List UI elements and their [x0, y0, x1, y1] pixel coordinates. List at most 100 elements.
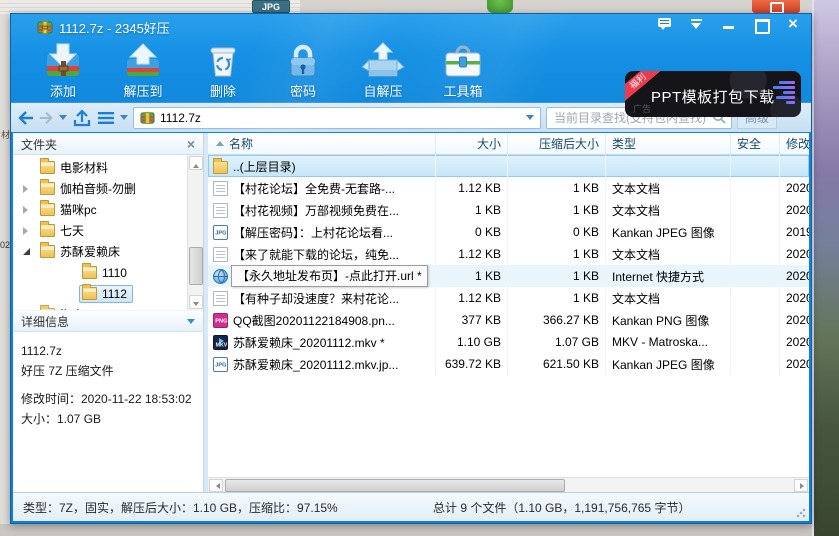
table-row[interactable]: 【村花视频】万部视频免费在... 1 KB 1 KB 文本文档 2020- — [208, 199, 809, 221]
file-type-icon — [213, 357, 228, 372]
desktop-jpg-file-badge: JPG — [252, 0, 290, 13]
folder-icon — [82, 287, 97, 300]
file-packed-size: 0 KB — [508, 221, 606, 243]
tree-item[interactable]: 淘宝 — [13, 304, 187, 310]
file-packed-size: 366.27 KB — [508, 309, 606, 331]
tree-expand-icon[interactable] — [23, 227, 37, 235]
details-panel: 1112.7z 好压 7Z 压缩文件 修改时间：2020-11-22 18:53… — [13, 332, 203, 492]
table-row[interactable]: 【来了就能下载的论坛，纯免... 1.12 KB 1 KB 文本文档 2020- — [208, 243, 809, 265]
view-mode-dropdown-icon[interactable] — [120, 107, 128, 129]
address-input[interactable]: 1112.7z — [133, 107, 541, 129]
tree-expand-icon[interactable] — [23, 248, 37, 255]
close-button[interactable]: × — [785, 17, 801, 31]
table-row[interactable]: 【永久地址发布页】-点此打开.url * 1 KB 1 KB Internet … — [208, 265, 809, 287]
resize-grip[interactable] — [796, 508, 806, 518]
file-modified: 2019- — [780, 221, 809, 243]
tree-item[interactable]: 1110 — [13, 262, 187, 283]
tree-item[interactable]: 1112 — [13, 283, 187, 304]
hscroll-thumb[interactable] — [225, 479, 565, 492]
file-rows: ..(上层目录) 【村花论坛】全免费-无套路-... 1.12 KB 1 KB … — [208, 155, 809, 477]
ad-banner[interactable]: 福利 PPT模板打包下载 广告 — [625, 71, 801, 117]
tree-item[interactable]: 电影材料 — [13, 157, 187, 178]
folder-up-icon[interactable] — [72, 107, 92, 129]
table-row[interactable]: QQ截图20201122184908.pn... 377 KB 366.27 K… — [208, 309, 809, 331]
extract-to-button[interactable]: 解压到 — [103, 40, 183, 100]
self-extract-button[interactable]: 自解压 — [343, 40, 423, 100]
scroll-right-icon[interactable] — [794, 479, 808, 492]
menu-dropdown-icon[interactable] — [689, 17, 705, 31]
title-bar[interactable]: 1112.7z - 2345好压 × — [11, 14, 811, 40]
address-dropdown-icon[interactable] — [526, 115, 534, 124]
file-modified — [780, 155, 809, 177]
file-name: 苏酥爱赖床_20201112.mkv.jp... — [233, 356, 398, 373]
horizontal-scrollbar[interactable] — [208, 477, 809, 492]
sort-ascending-icon — [216, 137, 224, 146]
file-packed-size: 1 KB — [508, 243, 606, 265]
tree-item[interactable]: 猫咪pc — [13, 199, 187, 220]
file-type: Internet 快捷方式 — [606, 265, 731, 287]
tree-item-label: 1110 — [102, 266, 127, 280]
background-bottom-strip — [0, 524, 812, 536]
table-row[interactable]: 【解压密码】：上村花论坛看... 0 KB 0 KB Kankan JPEG 图… — [208, 221, 809, 243]
column-header-modified[interactable]: 修改时间 — [780, 133, 809, 154]
archive-info-status: 类型：7Z，固实，解压后大小：1.10 GB，压缩比：97.15% — [23, 499, 433, 516]
back-icon[interactable] — [17, 107, 34, 129]
list-header: 名称 大小 压缩后大小 类型 安全 修改时间 — [208, 133, 809, 155]
file-modified: 2020- — [780, 287, 809, 309]
tree-item[interactable]: 苏酥爱赖床 — [13, 241, 187, 262]
address-path: 1112.7z — [160, 111, 521, 125]
column-header-packed-size[interactable]: 压缩后大小 — [508, 133, 606, 154]
window-controls: × — [657, 17, 801, 31]
add-button[interactable]: 添加 — [23, 40, 103, 100]
column-header-type[interactable]: 类型 — [606, 133, 731, 154]
tree-item[interactable]: 伽柏音频-勿删 — [13, 178, 187, 199]
column-header-name[interactable]: 名称 — [208, 133, 436, 154]
file-type: Kankan PNG 图像 — [606, 309, 731, 331]
tree-item[interactable]: 七天 — [13, 220, 187, 241]
details-file-type: 好压 7Z 压缩文件 — [21, 361, 195, 381]
collapse-panel-icon[interactable] — [187, 319, 195, 328]
table-row[interactable]: 【村花论坛】全免费-无套路-... 1.12 KB 1 KB 文本文档 2020… — [208, 177, 809, 199]
minimize-button[interactable] — [721, 17, 737, 31]
toolbox-icon — [441, 42, 485, 80]
haozip-window: 1112.7z - 2345好压 × 添加 — [10, 13, 812, 524]
column-header-size[interactable]: 大小 — [436, 133, 508, 154]
tool-label: 自解压 — [363, 81, 402, 100]
scroll-left-icon[interactable] — [209, 479, 223, 492]
tool-label: 解压到 — [123, 81, 162, 100]
file-type — [606, 155, 731, 177]
history-dropdown-icon[interactable] — [59, 107, 67, 129]
feedback-icon[interactable] — [657, 17, 673, 31]
file-type-icon — [213, 313, 228, 328]
file-name: 【永久地址发布页】-点此打开.url * — [231, 265, 428, 287]
file-packed-size: 1 KB — [508, 199, 606, 221]
file-modified: 2020- — [780, 199, 809, 221]
background-left-strip — [0, 14, 10, 524]
tree-expand-icon[interactable] — [23, 185, 37, 193]
file-size: 1.12 KB — [436, 287, 508, 309]
scroll-thumb[interactable] — [189, 247, 203, 285]
table-row[interactable]: 苏酥爱赖床_20201112.mkv * 1.10 GB 1.07 GB MKV… — [208, 331, 809, 353]
maximize-button[interactable] — [753, 17, 769, 31]
scroll-down-icon[interactable] — [189, 295, 203, 309]
table-row[interactable]: ..(上层目录) — [208, 155, 809, 177]
tree-scrollbar[interactable] — [187, 155, 203, 310]
forward-icon[interactable] — [39, 107, 54, 129]
delete-button[interactable]: 删除 — [183, 40, 263, 100]
password-button[interactable]: 密码 — [263, 40, 343, 100]
column-header-security[interactable]: 安全 — [731, 133, 780, 154]
close-panel-icon[interactable]: × — [187, 138, 195, 150]
folders-panel-header: 文件夹 × — [13, 133, 203, 155]
ad-banner-text: PPT模板打包下载 — [651, 86, 775, 107]
file-modified: 2020- — [780, 177, 809, 199]
scroll-up-icon[interactable] — [189, 156, 203, 170]
tree-expand-icon[interactable] — [23, 206, 37, 214]
toolbox-button[interactable]: 工具箱 — [423, 40, 503, 100]
file-security — [731, 265, 780, 287]
folder-tree: 电影材料 伽柏音频-勿删 猫咪pc 七天 苏酥爱赖床 1110 — [13, 155, 203, 310]
table-row[interactable]: 苏酥爱赖床_20201112.mkv.jp... 639.72 KB 621.5… — [208, 353, 809, 375]
file-size: 0 KB — [436, 221, 508, 243]
add-to-archive-icon — [41, 42, 85, 80]
table-row[interactable]: 【有种子却没速度？来村花论... 1.12 KB 1 KB 文本文档 2020- — [208, 287, 809, 309]
view-mode-icon[interactable] — [97, 107, 115, 129]
